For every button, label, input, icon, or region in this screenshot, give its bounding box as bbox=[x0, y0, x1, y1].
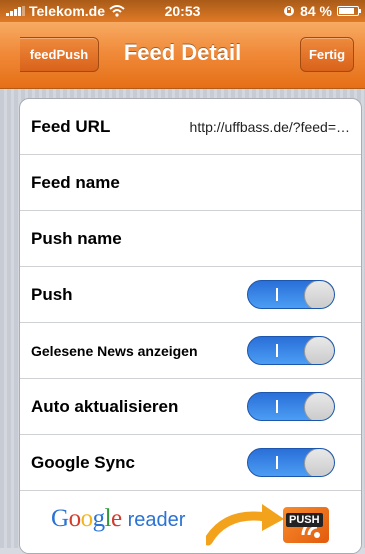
read-news-label: Gelesene News anzeigen bbox=[31, 342, 198, 359]
google-wordmark: Google bbox=[51, 505, 122, 533]
feed-url-row[interactable]: Feed URL http://uffbass.de/?feed=… bbox=[20, 99, 361, 155]
reader-wordmark: reader bbox=[127, 509, 186, 531]
google-letter-e: e bbox=[111, 505, 122, 532]
push-name-row[interactable]: Push name bbox=[20, 211, 361, 267]
google-letter-g: g bbox=[92, 505, 106, 532]
done-button[interactable]: Fertig bbox=[300, 37, 354, 72]
google-sync-toggle[interactable] bbox=[247, 448, 335, 477]
battery-fill bbox=[339, 8, 354, 14]
auto-refresh-label: Auto aktualisieren bbox=[31, 396, 179, 416]
push-badge: PUSH bbox=[286, 513, 323, 527]
google-letter-o1: o bbox=[68, 505, 82, 532]
battery-icon bbox=[337, 6, 361, 16]
settings-group: Feed URL http://uffbass.de/?feed=… Feed … bbox=[19, 98, 362, 554]
status-right: 84 % bbox=[283, 3, 361, 19]
signal-icon bbox=[6, 6, 25, 16]
back-button-label: feedPush bbox=[29, 47, 89, 62]
content-area[interactable]: Feed URL http://uffbass.de/?feed=… Feed … bbox=[0, 89, 365, 554]
push-label: Push bbox=[31, 284, 73, 304]
google-sync-row: Google Sync bbox=[20, 435, 361, 491]
google-letter-o2: o bbox=[80, 505, 94, 532]
status-left: Telekom.de bbox=[6, 3, 156, 19]
toggle-on-mark bbox=[276, 456, 278, 469]
google-sync-label: Google Sync bbox=[31, 452, 135, 472]
push-toggle[interactable] bbox=[247, 280, 335, 309]
toggle-on-mark bbox=[276, 288, 278, 301]
read-news-row: Gelesene News anzeigen bbox=[20, 323, 361, 379]
toggle-knob[interactable] bbox=[304, 449, 334, 476]
orientation-lock-icon bbox=[284, 6, 295, 16]
read-news-toggle[interactable] bbox=[247, 336, 335, 365]
google-reader-banner: Google reader PUSH bbox=[20, 491, 361, 553]
toggle-knob[interactable] bbox=[304, 337, 334, 364]
auto-refresh-toggle[interactable] bbox=[247, 392, 335, 421]
toggle-knob[interactable] bbox=[304, 393, 334, 420]
feed-name-row[interactable]: Feed name bbox=[20, 155, 361, 211]
push-row: Push bbox=[20, 267, 361, 323]
push-name-label: Push name bbox=[31, 228, 122, 248]
arrow-icon bbox=[206, 504, 284, 546]
feed-url-label: Feed URL bbox=[31, 116, 111, 136]
feed-url-value[interactable]: http://uffbass.de/?feed=… bbox=[190, 119, 350, 135]
toggle-on-mark bbox=[276, 344, 278, 357]
navigation-bar: feedPush Feed Detail Fertig bbox=[0, 22, 365, 89]
status-bar: Telekom.de 20:53 84 % bbox=[0, 0, 365, 22]
toggle-knob[interactable] bbox=[304, 281, 334, 308]
auto-refresh-row: Auto aktualisieren bbox=[20, 379, 361, 435]
google-letter-G: G bbox=[51, 505, 69, 532]
google-reader-logo: Google reader bbox=[51, 505, 185, 533]
carrier-label: Telekom.de bbox=[29, 3, 105, 19]
toggle-on-mark bbox=[276, 400, 278, 413]
feed-name-label: Feed name bbox=[31, 172, 120, 192]
wifi-icon bbox=[109, 5, 125, 17]
battery-percent: 84 % bbox=[300, 3, 332, 19]
